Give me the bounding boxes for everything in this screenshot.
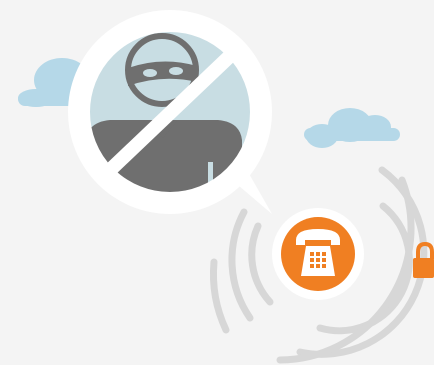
signal-arc-outer-left (210, 258, 230, 334)
illustration-canvas (0, 0, 434, 365)
security-illustration (18, 10, 434, 364)
signal-arc-middle-left (228, 208, 254, 322)
telephone-icon (272, 208, 364, 300)
signal-arc-inner-left (248, 222, 274, 306)
cloud-icon-right (304, 108, 400, 148)
no-thief-icon (68, 10, 272, 214)
